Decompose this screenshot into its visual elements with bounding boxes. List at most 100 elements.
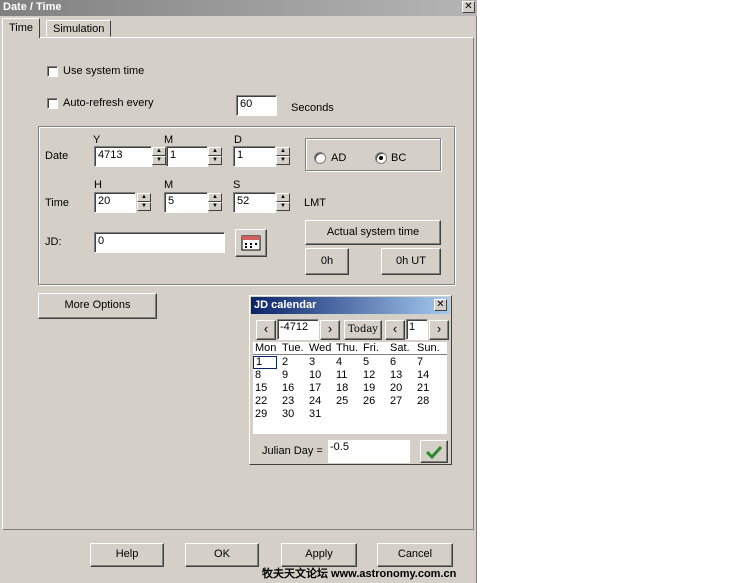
close-icon[interactable]: ✕ xyxy=(462,1,475,13)
next-year-button[interactable]: › xyxy=(320,320,340,340)
bc-label: BC xyxy=(391,152,407,164)
calendar-day[interactable]: 11 xyxy=(334,369,361,382)
calendar-day[interactable]: 22 xyxy=(253,395,280,408)
seconds-label: Seconds xyxy=(291,102,334,114)
calendar-day[interactable]: 8 xyxy=(253,369,280,382)
header-divider xyxy=(253,354,447,355)
spin-up-icon[interactable]: ▲ xyxy=(276,193,290,202)
window-title: Date / Time xyxy=(3,1,62,13)
spin-up-icon[interactable]: ▲ xyxy=(208,193,222,202)
calendar-day[interactable]: 24 xyxy=(307,395,334,408)
calendar-day[interactable]: 26 xyxy=(361,395,388,408)
zero-h-button[interactable]: 0h xyxy=(305,248,349,275)
calendar-day[interactable]: 28 xyxy=(415,395,442,408)
calendar-day[interactable]: 7 xyxy=(415,356,442,369)
tab-time-label: Time xyxy=(9,22,34,34)
spin-down-icon[interactable]: ▼ xyxy=(276,202,290,211)
minute-input[interactable]: 5 xyxy=(164,192,208,213)
close-icon[interactable]: ✕ xyxy=(434,299,447,311)
calendar-day[interactable]: 27 xyxy=(388,395,415,408)
calendar-day[interactable]: 25 xyxy=(334,395,361,408)
calendar-day[interactable]: 4 xyxy=(334,356,361,369)
year-input[interactable]: 4713 xyxy=(94,146,152,167)
jd-input[interactable]: 0 xyxy=(94,232,225,253)
auto-refresh-checkbox[interactable] xyxy=(47,98,58,109)
year-spinner[interactable]: ▲ ▼ xyxy=(152,147,166,166)
minute-spinner[interactable]: ▲ ▼ xyxy=(208,193,222,212)
calendar-day[interactable]: 20 xyxy=(388,382,415,395)
calendar-day[interactable]: 3 xyxy=(307,356,334,369)
checkmark-icon xyxy=(425,445,443,460)
calendar-day[interactable]: 13 xyxy=(388,369,415,382)
chevron-right-icon: › xyxy=(436,321,442,336)
spin-up-icon[interactable]: ▲ xyxy=(137,193,151,202)
jd-calendar-title-bar: JD calendar ✕ xyxy=(251,297,450,314)
bc-radio[interactable] xyxy=(375,152,387,164)
jd-calendar-title: JD calendar xyxy=(254,299,317,311)
spin-up-icon[interactable]: ▲ xyxy=(152,147,166,156)
calendar-day[interactable]: 14 xyxy=(415,369,442,382)
day-input[interactable]: 1 xyxy=(233,146,276,167)
use-system-time-checkbox[interactable] xyxy=(47,66,58,77)
hour-spinner[interactable]: ▲ ▼ xyxy=(137,193,151,212)
calendar-day[interactable]: 19 xyxy=(361,382,388,395)
calendar-grid: Mon Tue. Wed Thu. Fri. Sat. Sun. 1234567… xyxy=(253,342,447,434)
apply-button[interactable]: Apply xyxy=(281,543,357,567)
calendar-icon xyxy=(241,235,261,251)
spin-down-icon[interactable]: ▼ xyxy=(208,202,222,211)
tab-time[interactable]: Time xyxy=(2,18,41,38)
auto-refresh-seconds-input[interactable]: 60 xyxy=(236,95,277,116)
calendar-day[interactable]: 10 xyxy=(307,369,334,382)
calendar-day[interactable]: 1 xyxy=(253,356,277,369)
help-button[interactable]: Help xyxy=(90,543,164,567)
hour-input[interactable]: 20 xyxy=(94,192,136,213)
calendar-day[interactable]: 31 xyxy=(307,408,334,421)
calendar-day[interactable]: 17 xyxy=(307,382,334,395)
tab-simulation-label: Simulation xyxy=(53,23,105,35)
zero-h-ut-button[interactable]: 0h UT xyxy=(381,248,441,275)
title-bar: Date / Time ✕ xyxy=(0,0,477,16)
spin-up-icon[interactable]: ▲ xyxy=(208,147,222,156)
calendar-day[interactable]: 21 xyxy=(415,382,442,395)
spin-down-icon[interactable]: ▼ xyxy=(276,156,290,165)
julian-day-value[interactable]: -0.5 xyxy=(328,440,410,463)
year-field[interactable]: -4712 xyxy=(277,319,319,340)
next-month-button[interactable]: › xyxy=(429,320,449,340)
cancel-button[interactable]: Cancel xyxy=(377,543,453,567)
month-spinner[interactable]: ▲ ▼ xyxy=(208,147,222,166)
ad-radio[interactable] xyxy=(314,152,326,164)
jd-calendar-window: JD calendar ✕ ‹ -4712 › Today ‹ 1 › Mon … xyxy=(249,295,452,465)
spin-down-icon[interactable]: ▼ xyxy=(137,202,151,211)
calendar-day[interactable]: 23 xyxy=(280,395,307,408)
second-label: S xyxy=(233,179,241,191)
calendar-day[interactable]: 5 xyxy=(361,356,388,369)
more-options-button[interactable]: More Options xyxy=(38,293,157,319)
today-button[interactable]: Today xyxy=(344,320,382,340)
tab-simulation[interactable]: Simulation xyxy=(46,20,112,37)
spin-down-icon[interactable]: ▼ xyxy=(152,156,166,165)
calendar-day[interactable]: 16 xyxy=(280,382,307,395)
calendar-button[interactable] xyxy=(235,229,267,257)
day-spinner[interactable]: ▲ ▼ xyxy=(276,147,290,166)
month-field[interactable]: 1 xyxy=(406,319,428,340)
second-input[interactable]: 52 xyxy=(233,192,276,213)
date-time-dialog: Date / Time ✕ Time Simulation Use system… xyxy=(0,0,477,583)
ok-button[interactable]: OK xyxy=(185,543,259,567)
calendar-day[interactable]: 30 xyxy=(280,408,307,421)
calendar-day[interactable]: 12 xyxy=(361,369,388,382)
spin-up-icon[interactable]: ▲ xyxy=(276,147,290,156)
prev-month-button[interactable]: ‹ xyxy=(385,320,405,340)
date-label: Date xyxy=(45,150,69,162)
second-spinner[interactable]: ▲ ▼ xyxy=(276,193,290,212)
calendar-day[interactable]: 29 xyxy=(253,408,280,421)
spin-down-icon[interactable]: ▼ xyxy=(208,156,222,165)
confirm-button[interactable] xyxy=(420,440,448,463)
calendar-day[interactable]: 18 xyxy=(334,382,361,395)
month-input[interactable]: 1 xyxy=(166,146,208,167)
calendar-day[interactable]: 2 xyxy=(280,356,307,369)
actual-system-time-button[interactable]: Actual system time xyxy=(305,220,441,245)
prev-year-button[interactable]: ‹ xyxy=(256,320,276,340)
calendar-day[interactable]: 15 xyxy=(253,382,280,395)
calendar-day[interactable]: 6 xyxy=(388,356,415,369)
calendar-day[interactable]: 9 xyxy=(280,369,307,382)
